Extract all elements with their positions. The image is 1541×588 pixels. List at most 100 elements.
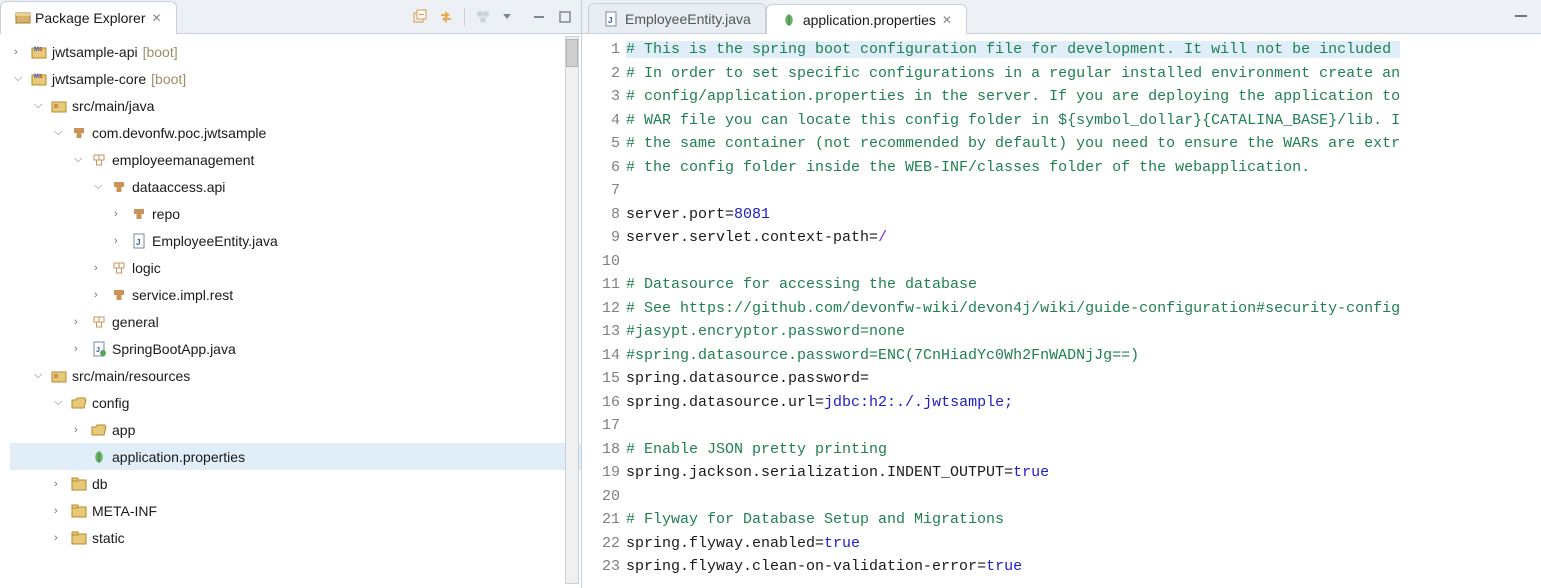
code-line bbox=[626, 485, 1541, 509]
tree-label: META-INF bbox=[92, 503, 157, 519]
twisty-closed-icon[interactable]: › bbox=[54, 532, 66, 544]
line-number: 12 bbox=[582, 297, 620, 321]
minimize-icon[interactable] bbox=[531, 9, 547, 25]
tree-row-p9[interactable]: ›service.impl.rest bbox=[10, 281, 581, 308]
tree-row-p10[interactable]: ›general bbox=[10, 308, 581, 335]
twisty-closed-icon[interactable]: › bbox=[94, 289, 106, 301]
tree-row-p3[interactable]: ⌵com.devonfw.poc.jwtsample bbox=[10, 119, 581, 146]
line-number: 16 bbox=[582, 391, 620, 415]
tree-row-p7[interactable]: ›JEmployeeEntity.java bbox=[10, 227, 581, 254]
tree-row-p17[interactable]: › META-INF bbox=[10, 497, 581, 524]
package-icon bbox=[71, 125, 87, 141]
code-line: # This is the spring boot configuration … bbox=[626, 38, 1541, 62]
twisty-open-icon[interactable]: ⌵ bbox=[54, 126, 66, 139]
tree-row-p5[interactable]: ⌵dataaccess.api bbox=[10, 173, 581, 200]
tree-row-p11[interactable]: ›JSpringBootApp.java bbox=[10, 335, 581, 362]
code-line: #spring.datasource.password=ENC(7CnHiadY… bbox=[626, 344, 1541, 368]
tree-row-p12[interactable]: ⌵ src/main/resources bbox=[10, 362, 581, 389]
line-number: 20 bbox=[582, 485, 620, 509]
package-outline-icon bbox=[111, 260, 127, 276]
view-title: Package Explorer bbox=[35, 10, 146, 26]
tree-row-p16[interactable]: › db bbox=[10, 470, 581, 497]
tree-row-p13[interactable]: ⌵config bbox=[10, 389, 581, 416]
code-line: # the config folder inside the WEB-INF/c… bbox=[626, 156, 1541, 180]
twisty-closed-icon[interactable]: › bbox=[74, 424, 86, 436]
focus-icon[interactable] bbox=[475, 9, 491, 25]
tab-package-explorer[interactable]: Package Explorer ✕ bbox=[0, 1, 177, 34]
editor-body[interactable]: 1234567891011121314151617181920212223 # … bbox=[582, 34, 1541, 588]
minimize-editor-icon[interactable] bbox=[1513, 8, 1529, 24]
view-menu-icon[interactable] bbox=[501, 11, 521, 23]
code-line: # In order to set specific configuration… bbox=[626, 62, 1541, 86]
code-area[interactable]: # This is the spring boot configuration … bbox=[626, 34, 1541, 588]
code-line: spring.datasource.password= bbox=[626, 367, 1541, 391]
tree-row-p14[interactable]: ›app bbox=[10, 416, 581, 443]
line-number-gutter: 1234567891011121314151617181920212223 bbox=[582, 34, 626, 588]
line-number: 10 bbox=[582, 250, 620, 274]
twisty-closed-icon[interactable]: › bbox=[74, 316, 86, 328]
twisty-closed-icon[interactable]: › bbox=[74, 343, 86, 355]
twisty-closed-icon[interactable]: › bbox=[94, 262, 106, 274]
leaf-icon bbox=[91, 449, 107, 465]
code-line: # Datasource for accessing the database bbox=[626, 273, 1541, 297]
tree-row-p15[interactable]: application.properties bbox=[10, 443, 581, 470]
line-number: 2 bbox=[582, 62, 620, 86]
line-number: 9 bbox=[582, 226, 620, 250]
twisty-closed-icon[interactable]: › bbox=[54, 478, 66, 490]
code-line: # Flyway for Database Setup and Migratio… bbox=[626, 508, 1541, 532]
scrollbar-thumb[interactable] bbox=[566, 39, 578, 67]
code-line: # the same container (not recommended by… bbox=[626, 132, 1541, 156]
twisty-open-icon[interactable]: ⌵ bbox=[14, 72, 26, 85]
link-editor-icon[interactable] bbox=[438, 9, 454, 25]
code-line: #jasypt.encryptor.password=none bbox=[626, 320, 1541, 344]
java-boot-icon: J bbox=[91, 341, 107, 357]
line-number: 4 bbox=[582, 109, 620, 133]
tree-vertical-scrollbar[interactable] bbox=[565, 36, 579, 584]
mvn-project-icon: MS bbox=[31, 44, 47, 60]
maximize-icon[interactable] bbox=[557, 9, 573, 25]
editor-tab-t0[interactable]: JEmployeeEntity.java bbox=[588, 3, 766, 33]
view-tab-row: Package Explorer ✕ bbox=[0, 0, 581, 34]
code-line: # WAR file you can locate this config fo… bbox=[626, 109, 1541, 133]
editor-tab-t1[interactable]: application.properties✕ bbox=[766, 4, 967, 34]
line-number: 14 bbox=[582, 344, 620, 368]
tree-label: jwtsample-core bbox=[52, 71, 146, 87]
tree-row-p18[interactable]: › static bbox=[10, 524, 581, 551]
twisty-open-icon[interactable]: ⌵ bbox=[34, 99, 46, 112]
tree-row-p8[interactable]: ›logic bbox=[10, 254, 581, 281]
line-number: 11 bbox=[582, 273, 620, 297]
twisty-closed-icon[interactable]: › bbox=[14, 46, 26, 58]
tree-label: src/main/resources bbox=[72, 368, 190, 384]
code-line: # See https://github.com/devonfw-wiki/de… bbox=[626, 297, 1541, 321]
package-outline-icon bbox=[91, 314, 107, 330]
tree-label: static bbox=[92, 530, 125, 546]
src-folder-icon bbox=[51, 368, 67, 384]
collapse-all-icon[interactable] bbox=[412, 9, 428, 25]
code-line: spring.flyway.clean-on-validation-error=… bbox=[626, 555, 1541, 579]
twisty-closed-icon[interactable]: › bbox=[114, 208, 126, 220]
toolbar-separator bbox=[464, 8, 465, 26]
tree-row-p4[interactable]: ⌵employeemanagement bbox=[10, 146, 581, 173]
project-tree[interactable]: ›MSjwtsample-api [boot]⌵MSjwtsample-core… bbox=[0, 34, 581, 588]
twisty-closed-icon[interactable]: › bbox=[114, 235, 126, 247]
tree-label: repo bbox=[152, 206, 180, 222]
tree-row-p1[interactable]: ⌵MSjwtsample-core [boot] bbox=[10, 65, 581, 92]
code-line bbox=[626, 414, 1541, 438]
package-icon bbox=[131, 206, 147, 222]
folder-open-icon bbox=[91, 422, 107, 438]
twisty-open-icon[interactable]: ⌵ bbox=[34, 369, 46, 382]
close-icon[interactable]: ✕ bbox=[942, 13, 952, 27]
tree-row-p2[interactable]: ⌵src/main/java bbox=[10, 92, 581, 119]
tree-row-p6[interactable]: › repo bbox=[10, 200, 581, 227]
boot-tag: [boot] bbox=[151, 71, 186, 87]
tab-label: EmployeeEntity.java bbox=[625, 11, 751, 27]
tree-label: db bbox=[92, 476, 108, 492]
twisty-closed-icon[interactable]: › bbox=[54, 505, 66, 517]
tree-row-p0[interactable]: ›MSjwtsample-api [boot] bbox=[10, 38, 581, 65]
close-icon[interactable]: ✕ bbox=[152, 11, 162, 25]
twisty-open-icon[interactable]: ⌵ bbox=[54, 396, 66, 409]
twisty-open-icon[interactable]: ⌵ bbox=[94, 180, 106, 193]
line-number: 5 bbox=[582, 132, 620, 156]
twisty-open-icon[interactable]: ⌵ bbox=[74, 153, 86, 166]
boot-tag: [boot] bbox=[143, 44, 178, 60]
